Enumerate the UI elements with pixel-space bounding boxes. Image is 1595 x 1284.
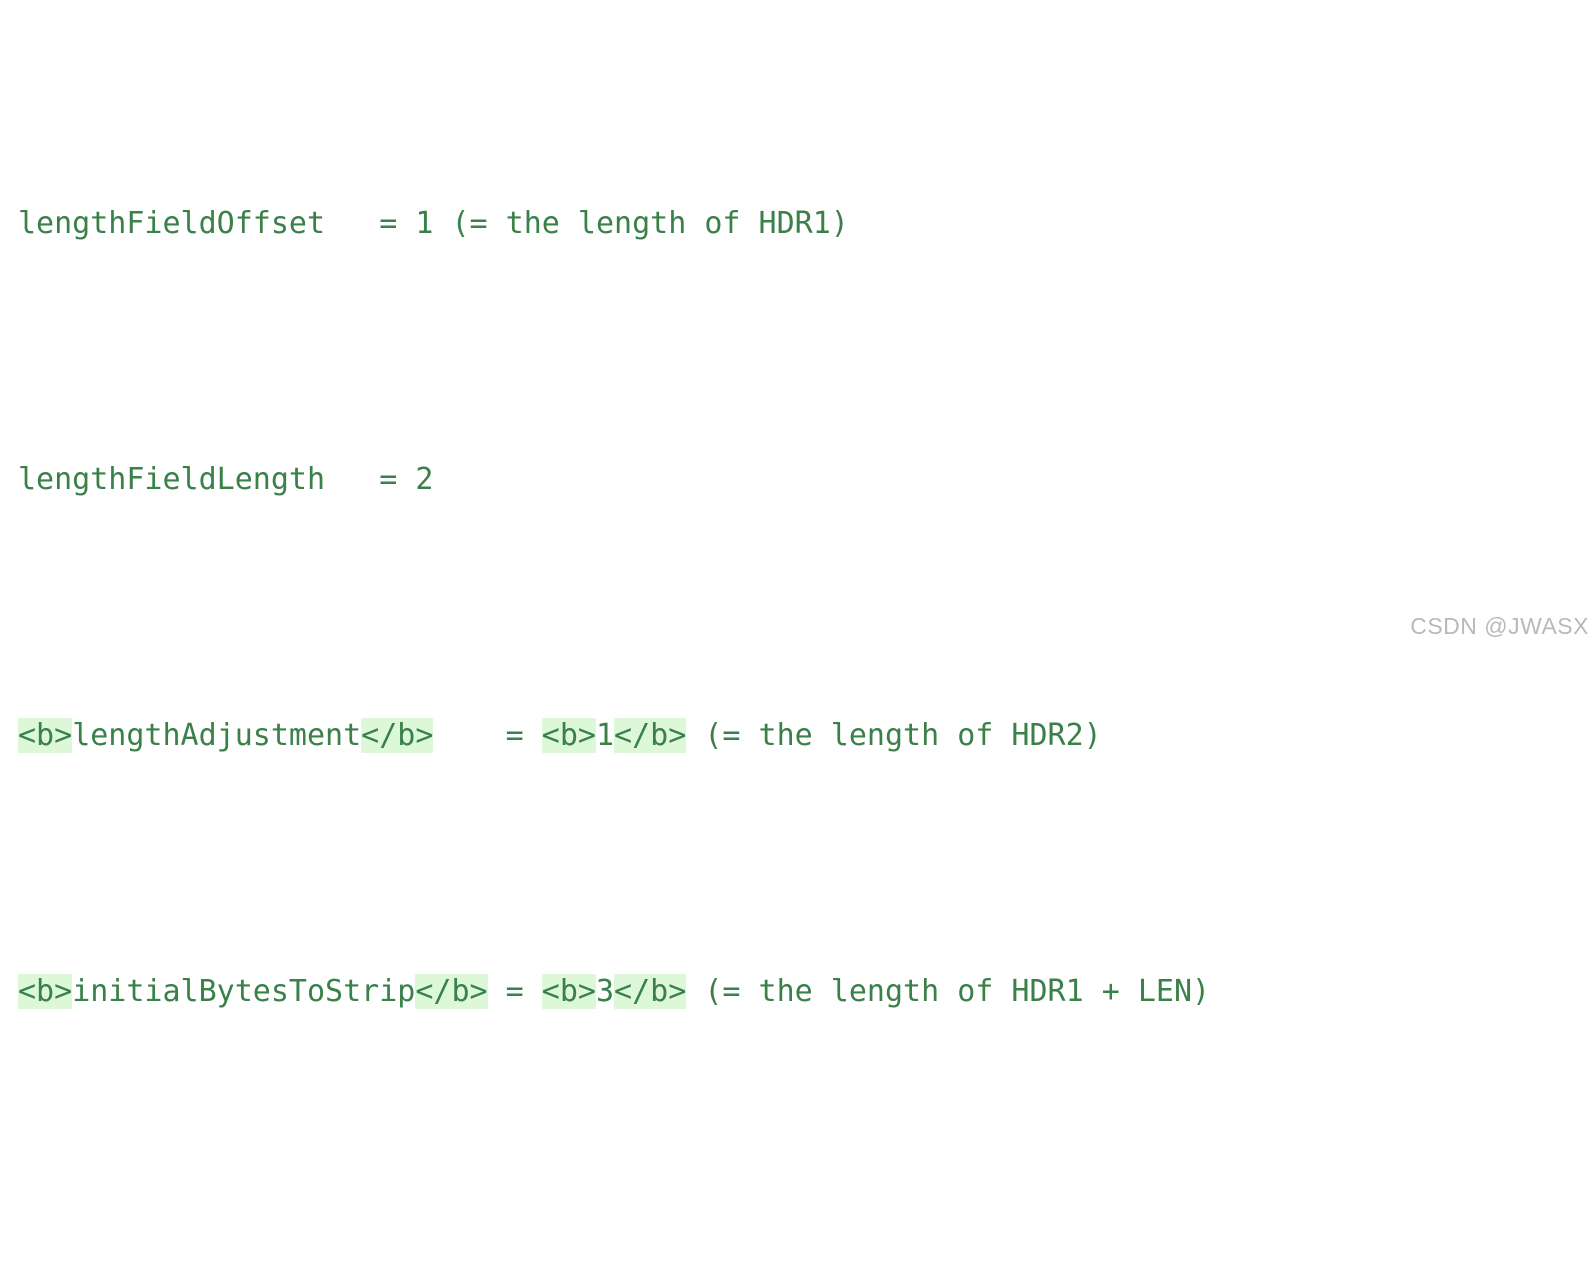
code-listing: lengthFieldOffset = 1 (= the length of H… — [18, 0, 1318, 1284]
csdn-watermark: CSDN @JWASX — [1410, 613, 1589, 639]
param-comment-lengthAdjustment: (= the length of HDR2) — [686, 718, 1102, 753]
param-text-lengthFieldLength: lengthFieldLength = 2 — [18, 462, 434, 497]
bold-open-tag: <b> — [18, 974, 73, 1009]
param-value-initialBytesToStrip: 3 — [595, 974, 615, 1009]
param-equals-initialBytesToStrip: = — [487, 974, 542, 1009]
param-line-initialBytesToStrip: <b>initialBytesToStrip</b> = <b>3</b> (=… — [18, 960, 1318, 1024]
bold-close-tag-value: </b> — [614, 718, 687, 753]
bold-open-tag: <b> — [18, 718, 73, 753]
param-comment-initialBytesToStrip: (= the length of HDR1 + LEN) — [686, 974, 1211, 1009]
bold-open-tag-value: <b> — [541, 974, 596, 1009]
param-value-lengthAdjustment: 1 — [595, 718, 615, 753]
param-equals-lengthAdjustment: = — [433, 718, 542, 753]
param-name-lengthAdjustment: lengthAdjustment — [72, 718, 362, 753]
bold-close-tag: </b> — [415, 974, 488, 1009]
figure-canvas: lengthFieldOffset = 1 (= the length of H… — [0, 0, 1595, 1009]
bold-close-tag: </b> — [361, 718, 434, 753]
param-text-lengthFieldOffset: lengthFieldOffset = 1 (= the length of H… — [18, 206, 849, 241]
param-line-lengthAdjustment: <b>lengthAdjustment</b> = <b>1</b> (= th… — [18, 704, 1318, 768]
spacer-line — [18, 1216, 1318, 1280]
param-line-lengthFieldLength: lengthFieldLength = 2 — [18, 448, 1318, 512]
param-name-initialBytesToStrip: initialBytesToStrip — [72, 974, 416, 1009]
bold-open-tag-value: <b> — [541, 718, 596, 753]
param-line-lengthFieldOffset: lengthFieldOffset = 1 (= the length of H… — [18, 192, 1318, 256]
bold-close-tag-value: </b> — [614, 974, 687, 1009]
